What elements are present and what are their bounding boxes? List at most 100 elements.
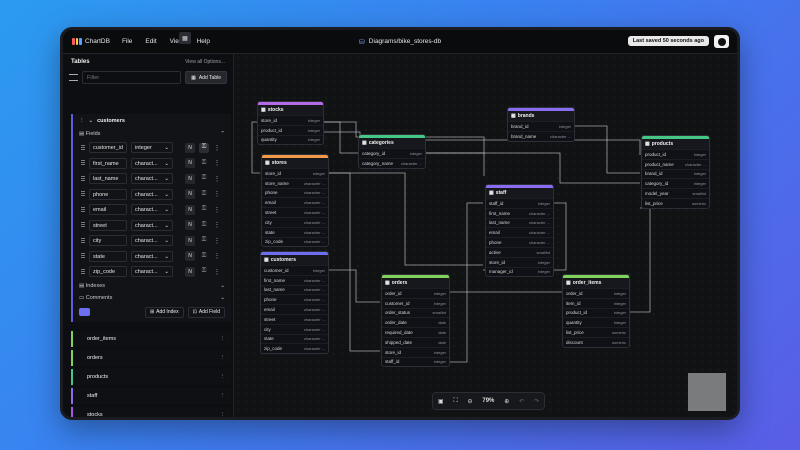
- more-options-icon[interactable]: ⋮: [213, 175, 221, 183]
- table-node-field[interactable]: item_id integer: [563, 297, 629, 308]
- table-color-swatch[interactable]: [79, 308, 90, 316]
- table-node-customers[interactable]: ▦ customers customer_id integer first_name ch…: [260, 251, 329, 355]
- nullable-toggle[interactable]: N: [185, 251, 195, 262]
- table-node-stores[interactable]: ▦ stores store_id integer store_name characte…: [261, 154, 329, 248]
- field-row[interactable]: state charact... ⌄ N ⚿ ⋮: [73, 249, 231, 265]
- zoom-level[interactable]: 79%: [482, 398, 494, 404]
- fit-view-icon[interactable]: ⛶: [453, 398, 457, 405]
- table-node-field[interactable]: order_id integer: [563, 288, 629, 298]
- table-list-item-staff[interactable]: staff ⋮: [71, 388, 231, 404]
- table-node-field[interactable]: city character ...: [261, 323, 328, 334]
- table-node-field[interactable]: discount numeric: [563, 336, 629, 347]
- table-node-field[interactable]: order_date date: [382, 317, 449, 327]
- table-node-field[interactable]: first_name character ...: [261, 274, 328, 285]
- table-node-field[interactable]: phone character ...: [262, 187, 328, 198]
- table-node-products[interactable]: ▦ products product_id integer product_name ch…: [641, 135, 710, 209]
- filter-input[interactable]: [82, 71, 182, 84]
- more-options-icon[interactable]: ⋮: [213, 206, 221, 214]
- undo-icon[interactable]: ↶: [519, 398, 524, 405]
- key-icon[interactable]: ⚿: [199, 236, 209, 246]
- github-icon[interactable]: [714, 35, 729, 48]
- grip-icon[interactable]: ⋮: [79, 118, 85, 124]
- selected-table-header[interactable]: ⋮ ⌄ customers: [73, 114, 231, 128]
- menu-help[interactable]: Help: [197, 38, 210, 45]
- table-node-categories[interactable]: ▦ categories category_id integer category_na…: [358, 134, 426, 169]
- key-icon[interactable]: ⚿: [199, 142, 209, 153]
- field-row[interactable]: phone charact... ⌄ N ⚿ ⋮: [73, 187, 231, 203]
- table-node-field[interactable]: staff_id integer: [382, 356, 449, 367]
- diagram-title[interactable]: ⛁ Diagrams/bike_stores-db: [359, 38, 441, 46]
- table-node-field[interactable]: category_id integer: [359, 148, 425, 158]
- more-options-icon[interactable]: ⋮: [220, 393, 226, 399]
- field-type-select[interactable]: charact... ⌄: [131, 250, 173, 262]
- field-type-select[interactable]: charact... ⌄: [131, 219, 173, 231]
- table-node-field[interactable]: shipped_date date: [382, 336, 449, 347]
- table-node-field[interactable]: email character ...: [486, 227, 553, 237]
- table-node-brands[interactable]: ▦ brands brand_id integer brand_name characte…: [507, 107, 575, 142]
- indexes-section-header[interactable]: ▤ Indexes ⌄: [73, 280, 231, 292]
- field-row[interactable]: street charact... ⌄ N ⚿ ⋮: [73, 218, 231, 234]
- drag-handle-icon[interactable]: [81, 191, 85, 198]
- table-node-header[interactable]: ▦ orders: [382, 278, 449, 288]
- table-node-field[interactable]: email character ...: [262, 197, 328, 207]
- table-node-field[interactable]: store_id integer: [262, 168, 328, 178]
- field-type-select[interactable]: charact... ⌄: [131, 204, 173, 216]
- table-node-field[interactable]: product_name character ...: [642, 158, 709, 169]
- more-options-icon[interactable]: ⋮: [213, 268, 221, 276]
- field-row[interactable]: last_name charact... ⌄ N ⚿ ⋮: [73, 171, 231, 187]
- table-node-field[interactable]: street character ...: [262, 207, 328, 217]
- table-node-orders[interactable]: ▦ orders order_id integer customer_id integer…: [381, 274, 450, 368]
- field-row[interactable]: customer_id integer ⌄ N ⚿ ⋮: [73, 140, 231, 156]
- table-node-field[interactable]: product_id integer: [563, 307, 629, 318]
- redo-icon[interactable]: ↷: [534, 398, 539, 405]
- more-options-icon[interactable]: ⋮: [213, 252, 221, 260]
- drag-handle-icon[interactable]: [81, 237, 85, 244]
- drag-handle-icon[interactable]: [81, 175, 85, 182]
- nullable-toggle[interactable]: N: [185, 220, 195, 231]
- zoom-out-icon[interactable]: ⊖: [467, 398, 472, 405]
- field-name-input[interactable]: state: [89, 250, 127, 262]
- table-node-field[interactable]: zip_code character ...: [262, 236, 328, 247]
- table-node-field[interactable]: street character ...: [261, 313, 328, 324]
- table-list-item-products[interactable]: products ⋮: [71, 369, 231, 385]
- grid-icon[interactable]: ▦: [179, 32, 191, 44]
- nullable-toggle[interactable]: N: [185, 142, 195, 153]
- field-name-input[interactable]: last_name: [89, 173, 127, 185]
- table-node-field[interactable]: store_id integer: [258, 115, 323, 125]
- field-name-input[interactable]: zip_code: [89, 266, 127, 278]
- comments-section-header[interactable]: ▭ Comments ⌄: [73, 292, 231, 304]
- field-type-select[interactable]: charact... ⌄: [131, 173, 173, 185]
- zoom-in-icon[interactable]: ⊕: [504, 398, 509, 405]
- list-icon[interactable]: [69, 74, 78, 81]
- table-node-field[interactable]: active smallint: [486, 246, 553, 257]
- more-options-icon[interactable]: ⋮: [213, 159, 221, 167]
- drag-handle-icon[interactable]: [81, 144, 85, 151]
- table-node-field[interactable]: required_date date: [382, 327, 449, 337]
- table-node-field[interactable]: brand_id integer: [508, 121, 574, 131]
- table-node-order_items[interactable]: ▦ order_items order_id integer item_id intege…: [562, 274, 630, 348]
- table-node-field[interactable]: category_name character ...: [359, 157, 425, 168]
- more-options-icon[interactable]: ⋮: [213, 144, 221, 152]
- key-icon[interactable]: ⚿: [199, 174, 209, 184]
- table-node-field[interactable]: brand_id integer: [642, 168, 709, 179]
- nullable-toggle[interactable]: N: [185, 173, 195, 184]
- drag-handle-icon[interactable]: [81, 206, 85, 213]
- table-node-field[interactable]: first_name character ...: [486, 207, 553, 218]
- table-node-header[interactable]: ▦ customers: [261, 255, 328, 265]
- nullable-toggle[interactable]: N: [185, 235, 195, 246]
- field-row[interactable]: zip_code charact... ⌄ N ⚿ ⋮: [73, 264, 231, 280]
- table-node-header[interactable]: ▦ order_items: [563, 278, 629, 288]
- fields-section-header[interactable]: ▤ Fields ⌃: [73, 128, 231, 140]
- field-row[interactable]: email charact... ⌄ N ⚿ ⋮: [73, 202, 231, 218]
- field-name-input[interactable]: phone: [89, 188, 127, 200]
- table-list-item-order_items[interactable]: order_items ⋮: [71, 331, 231, 347]
- table-node-field[interactable]: staff_id integer: [486, 198, 553, 208]
- drag-handle-icon[interactable]: [81, 268, 85, 275]
- drag-handle-icon[interactable]: [81, 253, 85, 260]
- table-node-field[interactable]: list_price numeric: [642, 197, 709, 208]
- table-node-field[interactable]: zip_code character ...: [261, 343, 328, 353]
- table-node-header[interactable]: ▦ brands: [508, 111, 574, 121]
- table-node-field[interactable]: store_name character ...: [262, 177, 328, 188]
- table-node-field[interactable]: store_id integer: [382, 346, 449, 357]
- table-node-field[interactable]: product_id integer: [642, 149, 709, 159]
